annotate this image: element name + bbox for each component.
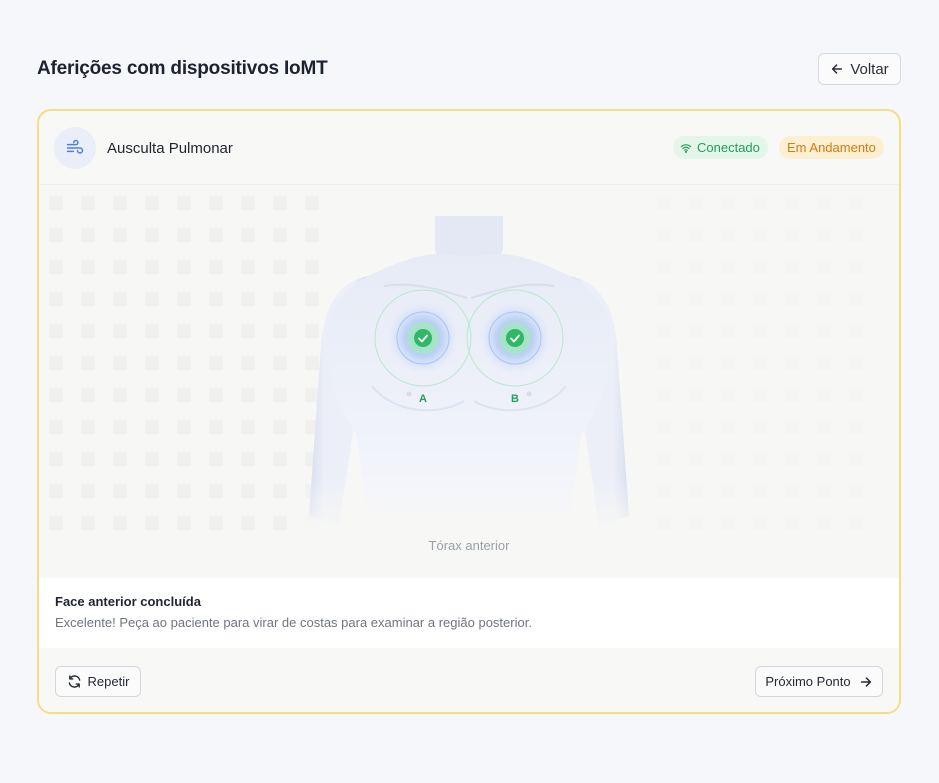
wifi-icon [680, 143, 692, 153]
wind-icon [54, 127, 96, 169]
card-header: Ausculta Pulmonar Conectado Em Andamento [39, 111, 899, 185]
torso-illustration: A B [49, 186, 879, 536]
refresh-icon [68, 675, 80, 688]
body-diagram-area: A B Tórax anterior [39, 186, 899, 578]
card-title: Ausculta Pulmonar [107, 140, 233, 157]
point-a-label: A [419, 393, 427, 405]
status-badge: Em Andamento [779, 136, 884, 159]
arrow-left-icon [832, 64, 843, 74]
repeat-button[interactable]: Repetir [55, 666, 141, 697]
connected-badge: Conectado [673, 136, 768, 159]
back-button-label: Voltar [850, 60, 889, 78]
arrow-right-icon [860, 676, 871, 687]
status-description: Excelente! Peça ao paciente para virar d… [55, 615, 532, 630]
next-point-button-label: Próximo Ponto [765, 674, 851, 689]
auscultation-point-b[interactable] [466, 289, 564, 387]
status-message: Face anterior concluída Excelente! Peça … [39, 578, 899, 648]
card-footer: Repetir Próximo Ponto [39, 648, 899, 712]
auscultation-point-a[interactable] [374, 289, 472, 387]
connected-badge-label: Conectado [697, 140, 760, 155]
auscultation-card: Ausculta Pulmonar Conectado Em Andamento [37, 109, 901, 714]
point-b-label: B [511, 393, 519, 405]
repeat-button-label: Repetir [87, 674, 130, 689]
next-point-button[interactable]: Próximo Ponto [755, 666, 883, 697]
back-button[interactable]: Voltar [818, 53, 901, 85]
status-title: Face anterior concluída [55, 594, 201, 609]
page-title: Aferições com dispositivos IoMT [37, 58, 328, 79]
view-label: Tórax anterior [428, 538, 510, 553]
status-badge-label: Em Andamento [787, 140, 876, 155]
